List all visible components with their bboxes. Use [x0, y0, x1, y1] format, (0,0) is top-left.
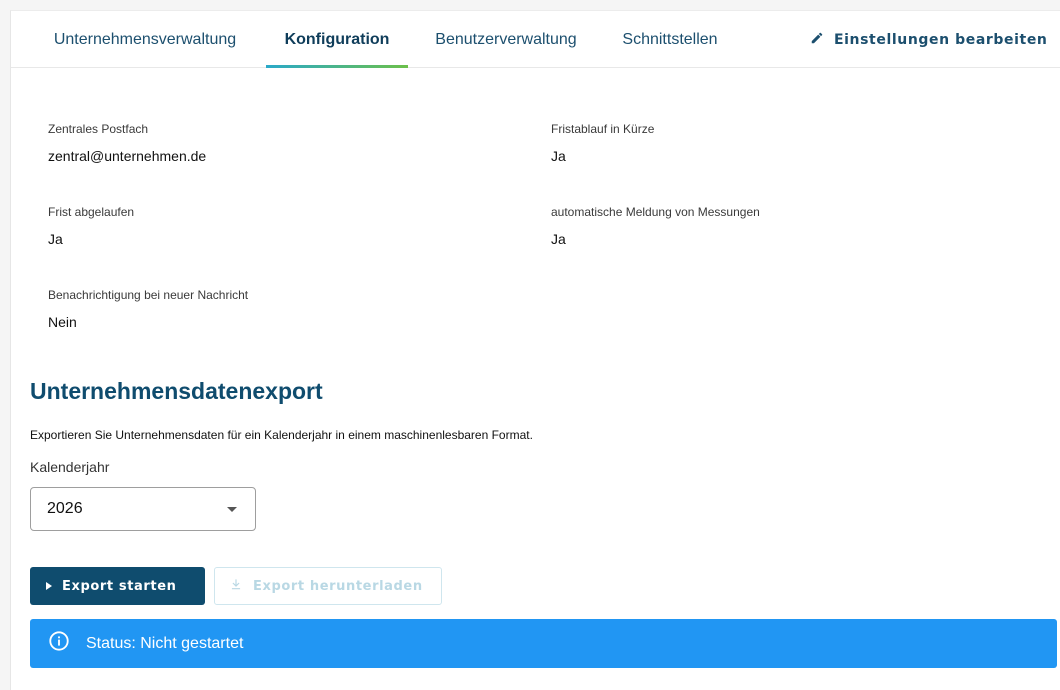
status-text: Status: Nicht gestartet	[86, 634, 244, 652]
auto-report-label: automatische Meldung von Messungen	[551, 205, 760, 219]
edit-settings-button[interactable]: Einstellungen bearbeiten	[810, 11, 1047, 68]
calendar-year-label: Kalenderjahr	[30, 459, 110, 475]
dropdown-caret-icon	[227, 507, 237, 512]
start-export-button[interactable]: Export starten	[30, 567, 205, 605]
tab-konfiguration[interactable]: Konfiguration	[266, 11, 408, 68]
play-icon	[46, 582, 52, 590]
export-description: Exportieren Sie Unternehmensdaten für ei…	[30, 428, 533, 442]
export-section-title: Unternehmensdatenexport	[30, 378, 323, 404]
edit-settings-label: Einstellungen bearbeiten	[834, 31, 1048, 48]
pencil-icon	[810, 31, 824, 49]
download-export-label: Export herunterladen	[253, 578, 423, 594]
calendar-year-select[interactable]: 2026	[30, 487, 256, 531]
calendar-year-value: 2026	[47, 500, 83, 517]
tab-schnittstellen[interactable]: Schnittstellen	[607, 11, 733, 68]
active-tab-indicator	[266, 65, 408, 68]
start-export-label: Export starten	[62, 578, 177, 594]
tab-benutzerverwaltung[interactable]: Benutzerverwaltung	[417, 11, 595, 68]
deadline-soon-label: Fristablauf in Kürze	[551, 122, 655, 136]
auto-report-value: Ja	[551, 231, 566, 247]
new-message-notify-value: Nein	[48, 314, 77, 330]
export-status-banner: Status: Nicht gestartet	[30, 619, 1057, 668]
central-mailbox-value: zentral@unternehmen.de	[48, 148, 207, 164]
deadline-expired-label: Frist abgelaufen	[48, 205, 135, 219]
info-icon	[48, 630, 70, 657]
new-message-notify-label: Benachrichtigung bei neuer Nachricht	[48, 288, 249, 302]
configuration-card: Unternehmensverwaltung Konfiguration Ben…	[10, 10, 1060, 690]
tab-unternehmensverwaltung[interactable]: Unternehmensverwaltung	[33, 11, 257, 68]
deadline-soon-value: Ja	[551, 148, 566, 164]
download-icon	[229, 577, 243, 595]
central-mailbox-label: Zentrales Postfach	[48, 122, 149, 136]
deadline-expired-value: Ja	[48, 231, 63, 247]
download-export-button[interactable]: Export herunterladen	[214, 567, 442, 605]
tab-bar: Unternehmensverwaltung Konfiguration Ben…	[11, 11, 1060, 68]
